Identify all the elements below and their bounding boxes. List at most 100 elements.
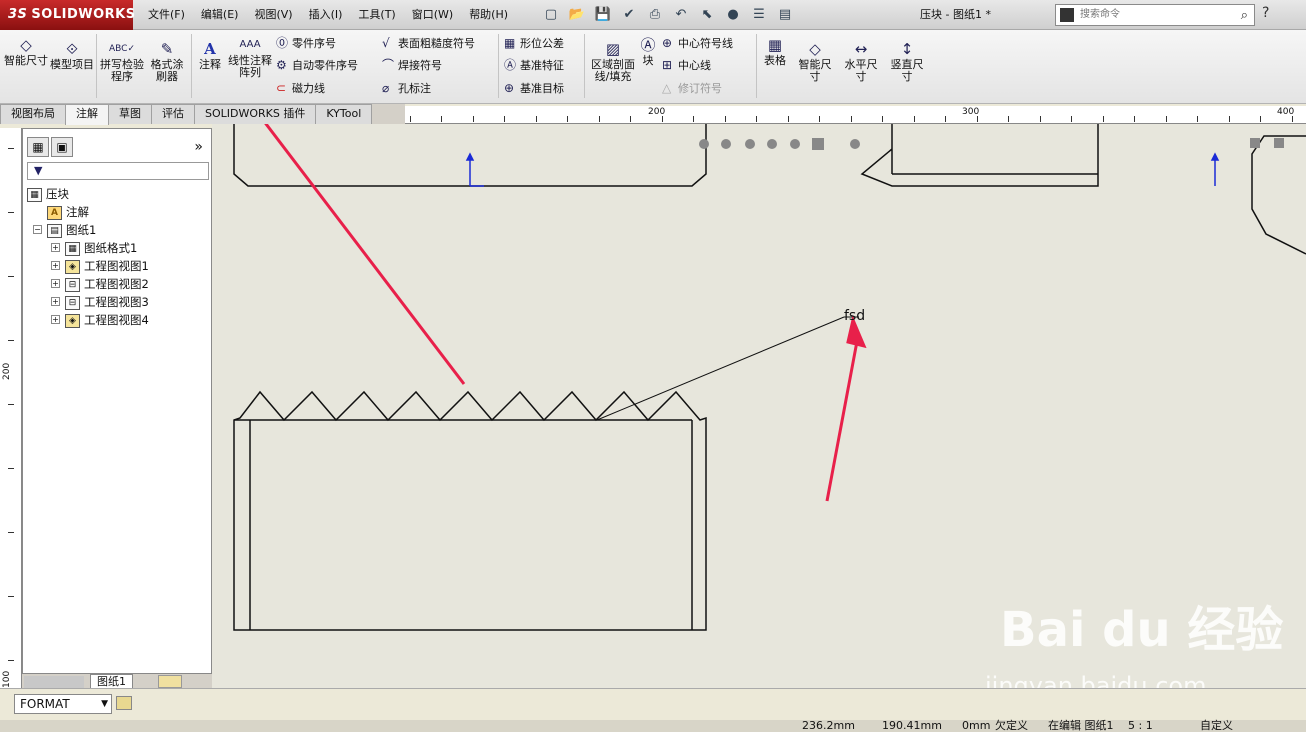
- datum-target-button[interactable]: ⊕ 基准目标: [504, 81, 564, 96]
- format-select[interactable]: FORMAT ▼: [14, 694, 112, 714]
- expand-icon[interactable]: +: [51, 243, 60, 252]
- expand-icon[interactable]: +: [51, 261, 60, 270]
- linear-note-pattern-button[interactable]: AAA 线性注释阵列: [228, 36, 272, 79]
- tree-item-sheet1[interactable]: − ▤ 图纸1: [27, 221, 207, 239]
- solidworks-logo[interactable]: 3S SOLIDWORKS: [0, 0, 135, 30]
- vertical-dimension-button[interactable]: ↕ 竖直尺寸: [886, 40, 928, 83]
- tree-item-annotations[interactable]: A 注解: [27, 203, 207, 221]
- smart-dimension-2-button[interactable]: ◇ 智能尺寸: [794, 40, 836, 83]
- split-window-icon[interactable]: [1250, 138, 1260, 148]
- status-y: 190.41mm: [882, 719, 942, 732]
- magnet-icon: ⊂: [276, 81, 287, 95]
- menu-file[interactable]: 文件(F): [140, 0, 193, 30]
- hide-show-icon[interactable]: [850, 139, 860, 149]
- tab-evaluate[interactable]: 评估: [151, 104, 195, 124]
- horizontal-ruler: 200 300 400: [405, 106, 1306, 124]
- search-placeholder: 搜索命令: [1080, 9, 1120, 20]
- zoom-to-fit-icon[interactable]: [699, 139, 709, 149]
- undo-icon[interactable]: ↶: [670, 5, 692, 25]
- projected-view-icon: ⊟: [65, 277, 80, 292]
- canvas-note-text[interactable]: fsd: [844, 308, 865, 324]
- open-folder-icon[interactable]: 📂: [566, 5, 588, 25]
- tree-item-drawing-view4[interactable]: + ◈ 工程图视图4: [27, 311, 207, 329]
- table-button[interactable]: ▦ 表格: [760, 36, 790, 67]
- ruler-tick: [599, 116, 600, 122]
- datum-feature-button[interactable]: Ⓐ 基准特征: [504, 58, 564, 73]
- model-items-button[interactable]: ⟐ 模型项目: [50, 40, 94, 71]
- collapse-icon[interactable]: −: [33, 225, 42, 234]
- select-pointer-icon[interactable]: ⬉: [696, 5, 718, 25]
- surface-finish-button[interactable]: √ 表面粗糙度符号: [382, 36, 475, 51]
- rebuild-icon[interactable]: ✔: [618, 5, 640, 25]
- tree-item-drawing-view1[interactable]: + ◈ 工程图视图1: [27, 257, 207, 275]
- balloon-button[interactable]: ⓪ 零件序号: [276, 36, 336, 51]
- traffic-light-icon[interactable]: ●: [722, 5, 744, 25]
- spell-check-button[interactable]: ABC✓ 拼写检验程序: [100, 40, 144, 83]
- revision-symbol-button[interactable]: △ 修订符号: [662, 81, 722, 96]
- layer-icon[interactable]: [116, 696, 132, 710]
- file-properties-icon[interactable]: ☰: [748, 5, 770, 25]
- weld-symbol-button[interactable]: ⌒ 焊接符号: [382, 58, 442, 73]
- center-mark-button[interactable]: ⊕ 中心符号线: [662, 36, 733, 51]
- add-sheet-icon[interactable]: [158, 675, 182, 688]
- format-painter-button[interactable]: ✎ 格式涂刷器: [146, 40, 188, 83]
- ribbon-separator: [498, 34, 499, 98]
- note-a-icon: A: [204, 40, 216, 58]
- rotate-view-icon[interactable]: [767, 139, 777, 149]
- menu-tools[interactable]: 工具(T): [350, 0, 403, 30]
- tab-annotation[interactable]: 注解: [65, 104, 109, 125]
- menu-edit[interactable]: 编辑(E): [193, 0, 247, 30]
- ruler-tick: [410, 116, 411, 122]
- help-icon[interactable]: ?: [1262, 5, 1269, 21]
- tree-item-drawing-view3[interactable]: + ⊟ 工程图视图3: [27, 293, 207, 311]
- property-manager-tab-icon[interactable]: ▣: [51, 137, 73, 157]
- area-hatch-button[interactable]: ▨ 区域剖面线/填充: [588, 40, 638, 83]
- hole-callout-button[interactable]: ⌀ 孔标注: [382, 81, 431, 96]
- expand-icon[interactable]: +: [51, 315, 60, 324]
- tab-addins[interactable]: SOLIDWORKS 插件: [194, 104, 317, 124]
- print-icon[interactable]: ⎙: [644, 5, 666, 25]
- menu-bar: 文件(F) 编辑(E) 视图(V) 插入(I) 工具(T) 窗口(W) 帮助(H…: [140, 0, 516, 30]
- expand-icon[interactable]: +: [51, 297, 60, 306]
- display-style-icon[interactable]: [812, 138, 824, 150]
- previous-view-icon[interactable]: [745, 139, 755, 149]
- ruler-tick: [8, 148, 14, 149]
- smart-dimension-button[interactable]: ◇ 智能尺寸: [4, 36, 48, 67]
- tree-item-drawing-view2[interactable]: + ⊟ 工程图视图2: [27, 275, 207, 293]
- gtol-button[interactable]: ▦ 形位公差: [504, 36, 564, 51]
- centerline-button[interactable]: ⊞ 中心线: [662, 58, 711, 73]
- menu-window[interactable]: 窗口(W): [404, 0, 461, 30]
- status-units[interactable]: 自定义: [1200, 720, 1233, 732]
- menu-insert[interactable]: 插入(I): [301, 0, 351, 30]
- auto-balloon-button[interactable]: ⚙ 自动零件序号: [276, 58, 358, 73]
- format-painter-icon: ✎: [160, 40, 174, 58]
- menu-view[interactable]: 视图(V): [246, 0, 300, 30]
- tree-filter-input[interactable]: ▼: [27, 162, 209, 180]
- search-input[interactable]: 搜索命令 ⌕: [1055, 4, 1255, 26]
- save-icon[interactable]: 💾: [592, 5, 614, 25]
- horizontal-dimension-button[interactable]: ↔ 水平尺寸: [840, 40, 882, 83]
- note-button[interactable]: A 注释: [194, 40, 226, 71]
- status-z: 0mm: [962, 719, 991, 732]
- expand-chevron-icon[interactable]: »: [194, 139, 203, 155]
- magnetic-line-button[interactable]: ⊂ 磁力线: [276, 81, 325, 96]
- search-icon[interactable]: ⌕: [1241, 6, 1248, 26]
- new-doc-icon[interactable]: ▢: [540, 5, 562, 25]
- note-leader-line: [596, 316, 845, 421]
- tab-kytool[interactable]: KYTool: [315, 104, 373, 124]
- block-button[interactable]: Ⓐ 块: [638, 36, 658, 67]
- feature-tree-tab-icon[interactable]: ▦: [27, 137, 49, 157]
- view-orientation-icon[interactable]: [790, 139, 800, 149]
- sheet-nav-arrows[interactable]: [24, 676, 84, 688]
- tab-view-layout[interactable]: 视图布局: [0, 104, 66, 124]
- options-icon[interactable]: ▤: [774, 5, 796, 25]
- tab-sketch[interactable]: 草图: [108, 104, 152, 124]
- expand-icon[interactable]: +: [51, 279, 60, 288]
- tree-root[interactable]: ▦ 压块: [27, 185, 207, 203]
- tree-item-sheet-format1[interactable]: + ▦ 图纸格式1: [27, 239, 207, 257]
- status-scale[interactable]: 5 : 1: [1128, 720, 1153, 732]
- weld-symbol-icon: ⌒: [382, 58, 395, 72]
- menu-help[interactable]: 帮助(H): [461, 0, 516, 30]
- restore-window-icon[interactable]: [1274, 138, 1284, 148]
- zoom-area-icon[interactable]: [721, 139, 731, 149]
